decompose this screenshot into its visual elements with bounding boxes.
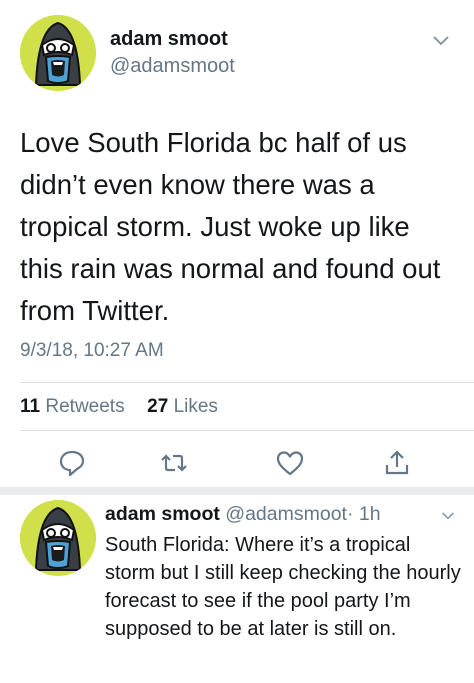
likes-label[interactable]: Likes — [174, 396, 218, 417]
tweet-separator — [0, 487, 474, 495]
tweet-text: Love South Florida bc half of us didn’t … — [20, 127, 441, 326]
reply-author-handle[interactable]: @adamsmoot — [225, 503, 347, 525]
main-tweet: adam smoot @adamsmoot Love South Florida… — [0, 0, 474, 487]
tweet-timestamp[interactable]: 9/3/18, 10:27 AM — [20, 340, 164, 362]
divider — [20, 382, 474, 383]
reply-icon[interactable] — [57, 448, 87, 478]
reply-time[interactable]: · 1h — [347, 503, 381, 525]
reply-header: adam smoot @adamsmoot· 1h — [105, 503, 381, 526]
chevron-down-icon[interactable] — [432, 35, 450, 47]
share-icon[interactable] — [382, 448, 412, 478]
author-handle[interactable]: @adamsmoot — [110, 55, 235, 78]
tweet-stats: 11 Retweets 27 Likes — [20, 396, 218, 418]
chevron-down-icon[interactable] — [441, 511, 455, 521]
avatar[interactable] — [20, 500, 96, 576]
retweets-count[interactable]: 11 — [20, 396, 40, 417]
avatar-illustration-icon — [20, 15, 96, 91]
divider — [20, 430, 474, 431]
likes-count[interactable]: 27 — [147, 396, 168, 417]
avatar-illustration-icon — [20, 500, 96, 576]
like-icon[interactable] — [275, 448, 305, 478]
reply-author-name[interactable]: adam smoot — [105, 503, 220, 525]
retweet-icon[interactable] — [159, 448, 189, 478]
retweets-label[interactable]: Retweets — [45, 396, 124, 417]
avatar[interactable] — [20, 15, 96, 91]
author-name[interactable]: adam smoot — [110, 28, 228, 51]
reply-text: South Florida: Where it’s a tropical sto… — [105, 534, 461, 640]
